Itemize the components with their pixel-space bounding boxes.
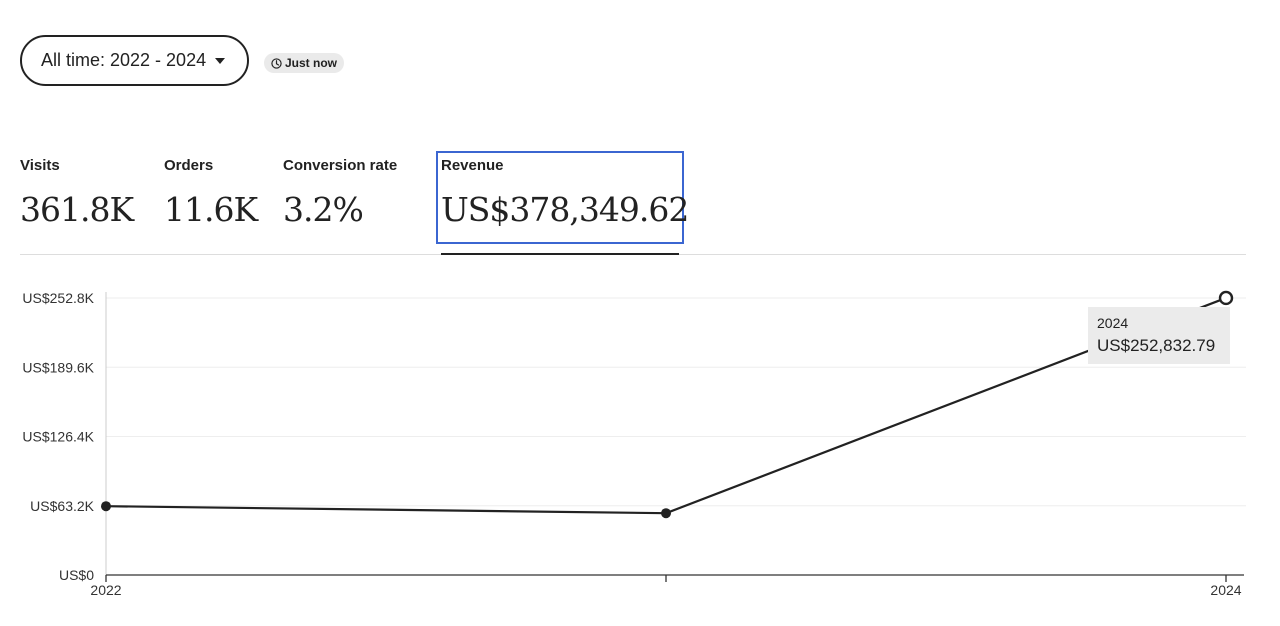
highlighted-data-point bbox=[1218, 290, 1234, 306]
stat-label: Visits bbox=[20, 157, 60, 174]
stat-visits[interactable]: Visits 361.8K bbox=[20, 156, 134, 230]
stat-revenue[interactable]: Revenue US$378,349.62 bbox=[441, 156, 689, 230]
clock-icon bbox=[271, 57, 282, 69]
stat-label: Conversion rate bbox=[283, 157, 398, 174]
x-tick-label: 2022 bbox=[90, 582, 121, 598]
y-tick-label: US$63.2K bbox=[30, 498, 94, 514]
y-tick-label: US$252.8K bbox=[22, 290, 94, 306]
stat-value: 11.6K bbox=[164, 190, 258, 229]
x-tick-label: 2024 bbox=[1210, 582, 1241, 598]
chart-tooltip: 2024 US$252,832.79 bbox=[1088, 307, 1230, 364]
tooltip-value: US$252,832.79 bbox=[1097, 336, 1216, 355]
tooltip-label: 2024 bbox=[1097, 315, 1129, 331]
data-point bbox=[101, 501, 111, 512]
caret-down-icon bbox=[215, 57, 226, 64]
last-updated-badge: Just now bbox=[264, 53, 345, 73]
stat-conversion-rate[interactable]: Conversion rate 3.2% bbox=[283, 156, 397, 230]
stat-orders[interactable]: Orders 11.6K bbox=[164, 156, 258, 230]
data-point bbox=[661, 508, 671, 519]
y-tick-label: US$189.6K bbox=[22, 359, 94, 375]
series-line bbox=[105, 296, 1227, 515]
selected-tab-underline bbox=[441, 253, 679, 255]
stat-value: 361.8K bbox=[20, 190, 134, 229]
y-tick-label: US$126.4K bbox=[22, 429, 94, 445]
stat-label: Orders bbox=[164, 157, 214, 174]
date-range-dropdown[interactable]: All time: 2022 - 2024 bbox=[20, 35, 249, 86]
y-tick-label: US$0 bbox=[59, 567, 94, 583]
last-updated-label: Just now bbox=[285, 56, 338, 70]
stat-label: Revenue bbox=[441, 157, 504, 174]
stat-value: US$378,349.62 bbox=[441, 190, 689, 229]
stat-value: 3.2% bbox=[283, 190, 364, 229]
date-range-label: All time: 2022 - 2024 bbox=[41, 50, 207, 70]
